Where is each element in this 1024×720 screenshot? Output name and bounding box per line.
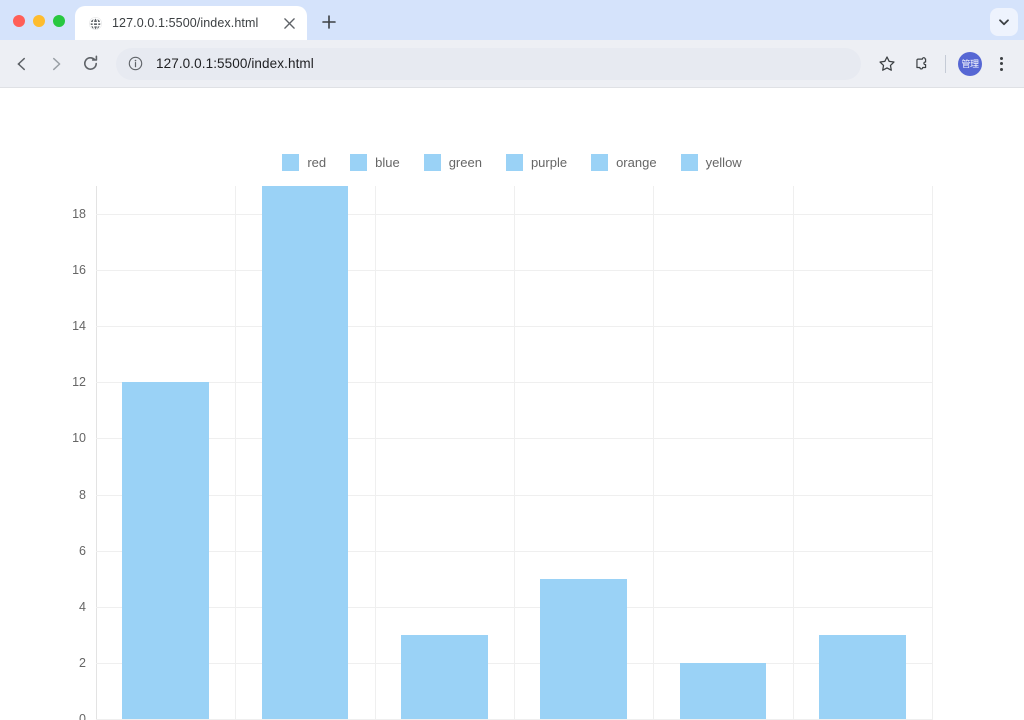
legend-item-red[interactable]: red bbox=[282, 154, 326, 171]
bar-blue[interactable] bbox=[261, 186, 349, 719]
tab-search-button[interactable] bbox=[990, 8, 1018, 36]
legend-label: blue bbox=[375, 155, 400, 170]
browser-tab[interactable]: 127.0.0.1:5500/index.html bbox=[75, 6, 307, 40]
bar-orange[interactable] bbox=[679, 662, 767, 719]
address-bar-url[interactable]: 127.0.0.1:5500/index.html bbox=[156, 56, 314, 71]
y-axis-tick-label: 18 bbox=[72, 207, 86, 222]
legend-swatch-icon bbox=[680, 154, 698, 171]
avatar: 管理 bbox=[958, 51, 982, 76]
x-gridline bbox=[932, 186, 933, 720]
legend-swatch-icon bbox=[505, 154, 523, 171]
x-gridline bbox=[375, 186, 376, 720]
profile-avatar-button[interactable]: 管理 bbox=[954, 48, 986, 80]
tab-close-button[interactable] bbox=[279, 13, 299, 33]
y-axis-tick-label: 16 bbox=[72, 263, 86, 278]
legend-label: red bbox=[307, 155, 327, 170]
x-gridline bbox=[235, 186, 236, 720]
puzzle-piece-icon[interactable] bbox=[905, 48, 937, 80]
tab-title: 127.0.0.1:5500/index.html bbox=[112, 16, 259, 30]
page-viewport: red blue green purple orange yellow 0 2 4 6 8 10 12… bbox=[0, 88, 1024, 720]
y-axis-tick-label: 14 bbox=[72, 319, 86, 334]
y-axis-tick-label: 4 bbox=[79, 599, 86, 614]
bar-green[interactable] bbox=[401, 634, 488, 719]
window-close-button[interactable] bbox=[13, 15, 25, 27]
y-axis-tick-label: 2 bbox=[79, 655, 86, 670]
y-axis-tick-label: 6 bbox=[79, 543, 86, 558]
chart-legend: red blue green purple orange yellow bbox=[0, 154, 1024, 171]
toolbar-divider bbox=[945, 54, 946, 73]
legend-label: green bbox=[448, 155, 482, 170]
window-minimize-button[interactable] bbox=[33, 15, 45, 27]
browser-toolbar: 127.0.0.1:5500/index.html 管理 bbox=[0, 40, 1024, 88]
legend-label: orange bbox=[616, 155, 657, 170]
address-bar[interactable]: 127.0.0.1:5500/index.html bbox=[116, 47, 861, 80]
legend-label: purple bbox=[530, 155, 568, 170]
legend-item-blue[interactable]: blue bbox=[350, 154, 400, 171]
legend-item-yellow[interactable]: yellow bbox=[680, 154, 742, 171]
x-gridline bbox=[514, 186, 515, 720]
window-traffic-lights bbox=[0, 15, 75, 40]
legend-swatch-icon bbox=[591, 154, 609, 171]
globe-icon bbox=[87, 15, 103, 31]
y-axis-tick-label: 0 bbox=[79, 712, 86, 720]
x-gridline bbox=[653, 186, 654, 720]
bar-purple[interactable] bbox=[540, 578, 627, 719]
y-axis-tick-label: 10 bbox=[72, 431, 86, 446]
back-button[interactable] bbox=[6, 48, 38, 80]
star-icon[interactable] bbox=[871, 48, 903, 80]
legend-item-orange[interactable]: orange bbox=[591, 154, 657, 171]
forward-button[interactable] bbox=[40, 48, 72, 80]
legend-swatch-icon bbox=[350, 154, 368, 171]
window-zoom-button[interactable] bbox=[53, 15, 65, 27]
legend-item-purple[interactable]: purple bbox=[505, 154, 568, 171]
tab-strip: 127.0.0.1:5500/index.html bbox=[0, 0, 1024, 40]
x-gridline bbox=[793, 186, 794, 720]
legend-item-green[interactable]: green bbox=[423, 154, 482, 171]
y-axis-tick-label: 12 bbox=[72, 375, 86, 390]
new-tab-button[interactable] bbox=[315, 8, 343, 36]
y-axis-line bbox=[96, 186, 97, 720]
info-circle-icon[interactable] bbox=[122, 51, 148, 77]
legend-swatch-icon bbox=[282, 154, 300, 171]
y-axis-tick-label: 8 bbox=[79, 487, 86, 502]
legend-swatch-icon bbox=[423, 154, 441, 171]
chart-plot-area: 024681012141618redbluegreenpurpleorangey… bbox=[72, 186, 933, 720]
kebab-menu-icon[interactable] bbox=[988, 48, 1014, 80]
bar-chart[interactable]: red blue green purple orange yellow 0 2 4 6 8 10 12… bbox=[0, 88, 1024, 720]
bar-yellow[interactable] bbox=[819, 634, 906, 719]
legend-label: yellow bbox=[705, 155, 742, 170]
browser-window: 127.0.0.1:5500/index.html 127.0.0.1:5500… bbox=[0, 0, 1024, 720]
reload-button[interactable] bbox=[74, 48, 106, 80]
bar-red[interactable] bbox=[122, 382, 209, 719]
